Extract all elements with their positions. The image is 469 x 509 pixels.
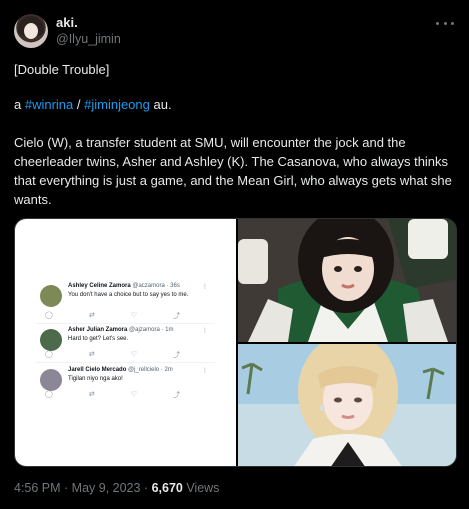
reply-icon: ◯ [45, 312, 53, 319]
tweet-au-line: a #winrina / #jiminjeong au. [14, 95, 459, 114]
mock-tweet-text: You don't have a choice but to say yes t… [68, 292, 189, 298]
au-separator: / [73, 97, 85, 112]
au-suffix: au. [149, 97, 172, 112]
share-icon: ⤴ [173, 392, 180, 399]
tweet-timestamp[interactable]: 4:56 PM · May 9, 2023 · [14, 481, 152, 495]
retweet-icon: ⇄ [88, 391, 95, 398]
author-display-name[interactable]: aki. [56, 15, 78, 30]
mock-actions: ◯ ⇄ ♡ ⤴ [45, 350, 180, 360]
like-icon: ♡ [130, 312, 137, 319]
mock-tweet-text: Tigilan niyo nga ako! [68, 376, 123, 382]
mock-tweet-2: Asher Julian Zamora @ajzamora · 1m ⋮ Har… [40, 327, 210, 367]
reply-icon: ◯ [45, 351, 53, 358]
mock-tweet-name: Jarell Cielo Mercado @j_rellcielo · 2m [68, 367, 173, 373]
hashtag-jiminjeong[interactable]: #jiminjeong [84, 97, 150, 112]
mock-avatar [40, 369, 62, 391]
photo-illustration [238, 219, 456, 342]
like-icon: ♡ [130, 391, 137, 398]
views-label: Views [182, 481, 220, 495]
author-handle[interactable]: @Ilyu_jimin [56, 32, 121, 46]
media-grid[interactable]: Ashley Celine Zamora @aczamora · 36s ⋮ Y… [14, 218, 457, 467]
avatar-face [24, 23, 38, 39]
tweet-meta: 4:56 PM · May 9, 2023 · 6,670 Views [14, 481, 219, 495]
share-icon: ⤴ [173, 313, 180, 320]
like-icon: ♡ [130, 351, 137, 358]
mock-more-icon: ⋮ [202, 328, 208, 334]
mock-more-icon: ⋮ [202, 368, 208, 374]
tweet-body: Cielo (W), a transfer student at SMU, wi… [14, 135, 452, 207]
more-options-icon[interactable] [436, 17, 454, 29]
photo-dark-hair-green-jacket[interactable] [238, 219, 456, 342]
tweet-title: [Double Trouble] [14, 62, 110, 77]
mock-actions: ◯ ⇄ ♡ ⤴ [45, 390, 180, 400]
mock-divider [35, 362, 215, 363]
photo-blonde-hair-white-outfit[interactable] [238, 344, 456, 466]
mock-avatar [40, 285, 62, 307]
photo-illustration [238, 344, 456, 466]
tweet-header: aki. @Ilyu_jimin [14, 12, 454, 52]
mock-more-icon: ⋮ [202, 284, 208, 290]
retweet-icon: ⇄ [88, 351, 95, 358]
mock-tweets-screenshot[interactable]: Ashley Celine Zamora @aczamora · 36s ⋮ Y… [15, 219, 236, 466]
avatar[interactable] [14, 14, 48, 48]
au-prefix: a [14, 97, 25, 112]
mock-tweet-name: Asher Julian Zamora @ajzamora · 1m [68, 327, 174, 333]
hashtag-winrina[interactable]: #winrina [25, 97, 73, 112]
mock-tweet-text: Hard to get? Let's see. [68, 336, 129, 342]
reply-icon: ◯ [45, 391, 53, 398]
mock-tweet-3: Jarell Cielo Mercado @j_rellcielo · 2m ⋮… [40, 367, 210, 407]
share-icon: ⤴ [173, 352, 180, 359]
mock-avatar [40, 329, 62, 351]
retweet-icon: ⇄ [88, 312, 95, 319]
mock-tweet-name: Ashley Celine Zamora @aczamora · 36s [68, 283, 180, 289]
mock-divider [35, 323, 215, 324]
mock-actions: ◯ ⇄ ♡ ⤴ [45, 311, 180, 321]
views-count: 6,670 [151, 481, 183, 495]
